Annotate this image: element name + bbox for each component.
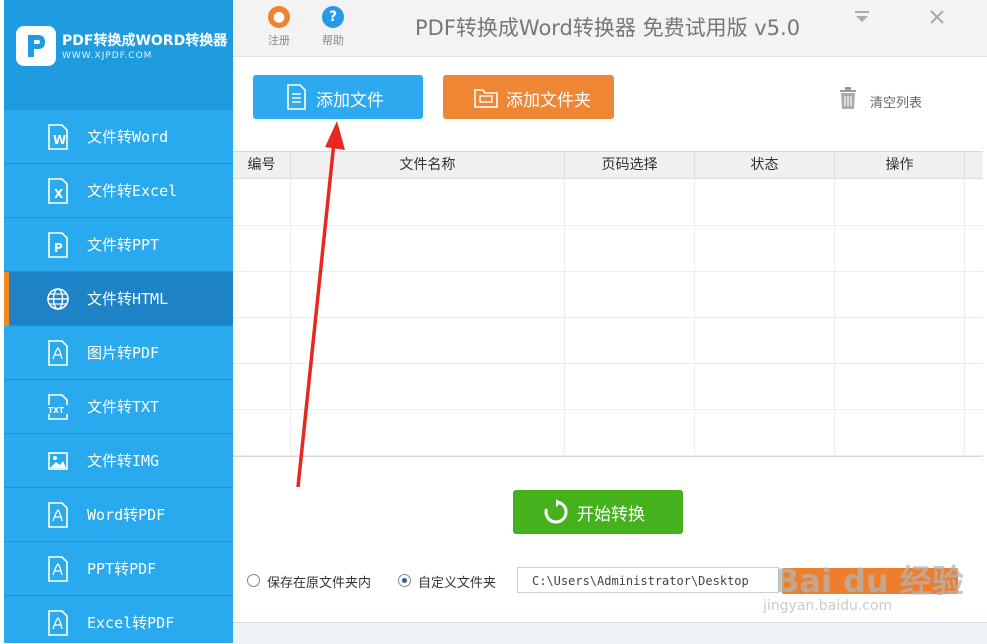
column-divider [964, 178, 965, 454]
svg-text:TXT: TXT [48, 406, 65, 415]
browse-button[interactable] [782, 568, 958, 594]
status-strip [233, 622, 987, 644]
main-content: 添加文件 添加文件夹 清空列表 编号 文件名称 页码选择 状态 操作 开始转换 … [233, 57, 987, 643]
sidebar-item-label: 文件转Excel [87, 182, 178, 200]
column-header-status: 状态 [695, 152, 835, 178]
title-bar: ● 注册 ? 帮助 PDF转换成Word转换器 免费试用版 v5.0 [233, 0, 987, 57]
start-conversion-button[interactable]: 开始转换 [513, 490, 683, 534]
column-header-operation: 操作 [835, 152, 965, 178]
refresh-icon [544, 499, 568, 524]
column-header-filename: 文件名称 [291, 152, 565, 178]
sidebar-item-file-to-ppt[interactable]: P 文件转PPT [4, 218, 233, 272]
sidebar-item-ppt-to-pdf[interactable]: PPT转PDF [4, 542, 233, 596]
sidebar-item-file-to-excel[interactable]: X 文件转Excel [4, 164, 233, 218]
close-icon [930, 10, 944, 24]
sidebar-item-file-to-word[interactable]: W 文件转Word [4, 110, 233, 164]
sidebar-item-word-to-pdf[interactable]: Word转PDF [4, 488, 233, 542]
sidebar: PDF转换成WORD转换器 WWW.XJPDF.COM W 文件转Word X … [4, 0, 233, 643]
pdf-doc-icon [48, 556, 68, 582]
save-original-label[interactable]: 保存在原文件夹内 [267, 572, 371, 591]
sidebar-header: PDF转换成WORD转换器 WWW.XJPDF.COM [4, 0, 233, 110]
save-original-radio[interactable] [247, 574, 260, 587]
svg-text:P: P [54, 241, 63, 255]
help-label: 帮助 [322, 34, 344, 47]
sidebar-item-image-to-pdf[interactable]: 图片转PDF [4, 326, 233, 380]
excel-doc-icon: X [48, 178, 68, 204]
table-row [233, 409, 983, 456]
app-window: PDF转换成WORD转换器 WWW.XJPDF.COM W 文件转Word X … [0, 0, 987, 644]
sidebar-item-label: 文件转PPT [87, 236, 160, 254]
table-row [233, 225, 983, 272]
output-path-field[interactable]: C:\Users\Administrator\Desktop [517, 567, 779, 593]
minimize-icon [855, 11, 869, 22]
close-button[interactable] [926, 6, 948, 28]
minimize-button[interactable] [851, 6, 873, 28]
sidebar-item-file-to-img[interactable]: 文件转IMG [4, 434, 233, 488]
register-button[interactable]: ● 注册 [259, 6, 299, 52]
window-title: PDF转换成Word转换器 免费试用版 v5.0 [415, 16, 801, 40]
add-file-label: 添加文件 [316, 91, 384, 111]
svg-text:W: W [53, 133, 66, 147]
column-header-page-selection: 页码选择 [565, 152, 695, 178]
start-label: 开始转换 [577, 505, 645, 525]
sidebar-item-file-to-html[interactable]: 文件转HTML [4, 272, 233, 326]
column-divider [834, 178, 835, 454]
pdf-doc-icon [48, 610, 68, 636]
image-icon [48, 452, 68, 470]
question-mark-icon: ? [322, 6, 344, 28]
sidebar-item-label: 文件转HTML [87, 290, 169, 308]
column-header-number: 编号 [233, 152, 291, 178]
sidebar-item-label: 文件转Word [87, 128, 169, 146]
custom-folder-label[interactable]: 自定义文件夹 [418, 572, 496, 591]
trash-icon [840, 87, 856, 109]
sidebar-item-label: 文件转TXT [87, 398, 160, 416]
sidebar-item-label: 图片转PDF [87, 344, 160, 362]
ppt-doc-icon: P [48, 232, 68, 258]
folder-icon [474, 89, 498, 108]
svg-text:X: X [54, 187, 64, 201]
document-icon [287, 84, 306, 110]
add-file-button[interactable]: 添加文件 [253, 75, 423, 119]
custom-folder-radio[interactable] [398, 574, 411, 587]
sidebar-nav: W 文件转Word X 文件转Excel P 文件转PPT 文件转HTML 图片… [4, 110, 233, 643]
app-url: WWW.XJPDF.COM [62, 51, 153, 61]
table-row [233, 363, 983, 410]
pdf-doc-icon [48, 502, 68, 528]
table-row [233, 271, 983, 318]
app-name: PDF转换成WORD转换器 [62, 33, 228, 49]
clear-list-label: 清空列表 [870, 96, 923, 111]
sidebar-item-label: Word转PDF [87, 506, 166, 524]
sidebar-item-excel-to-pdf[interactable]: Excel转PDF [4, 596, 233, 643]
sidebar-item-label: Excel转PDF [87, 614, 175, 632]
sidebar-item-file-to-txt[interactable]: TXT 文件转TXT [4, 380, 233, 434]
add-folder-button[interactable]: 添加文件夹 [443, 75, 614, 119]
app-logo-icon [16, 26, 56, 66]
add-folder-label: 添加文件夹 [506, 91, 591, 111]
column-divider [564, 178, 565, 454]
sidebar-item-label: PPT转PDF [87, 560, 157, 578]
file-table: 编号 文件名称 页码选择 状态 操作 [233, 151, 983, 457]
user-icon: ● [268, 6, 290, 28]
txt-doc-icon: TXT [47, 394, 69, 420]
globe-icon [47, 288, 69, 310]
sidebar-item-label: 文件转IMG [87, 452, 160, 470]
help-button[interactable]: ? 帮助 [313, 6, 353, 52]
table-row [233, 317, 983, 364]
column-divider [290, 178, 291, 454]
save-options: 保存在原文件夹内 自定义文件夹 C:\Users\Administrator\D… [247, 567, 967, 597]
table-header: 编号 文件名称 页码选择 状态 操作 [233, 152, 983, 179]
table-row [233, 179, 983, 226]
column-divider [694, 178, 695, 454]
pdf-doc-icon [48, 340, 68, 366]
register-label: 注册 [268, 34, 290, 47]
word-doc-icon: W [48, 124, 68, 150]
